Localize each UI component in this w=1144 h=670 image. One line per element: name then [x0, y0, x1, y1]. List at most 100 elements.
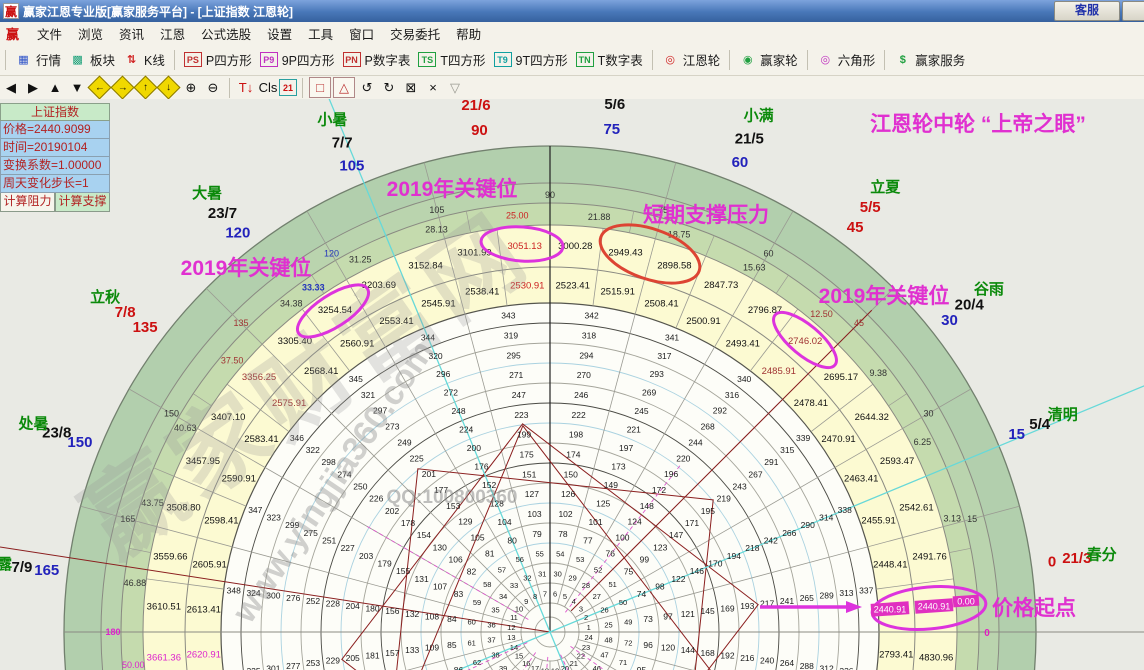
svg-text:4830.96: 4830.96: [919, 652, 953, 663]
zoom-out-icon[interactable]: ⊖: [203, 78, 223, 97]
svg-text:227: 227: [341, 543, 355, 553]
svg-text:74: 74: [637, 589, 647, 599]
menu-1[interactable]: 浏览: [70, 22, 111, 45]
nav-right-icon[interactable]: ▶: [23, 78, 43, 97]
tool-P四方形[interactable]: PS P四方形: [183, 50, 252, 69]
svg-text:2644.32: 2644.32: [855, 412, 889, 423]
tool-label: K线: [144, 54, 165, 68]
rotate-ccw-icon[interactable]: ↺: [357, 78, 377, 97]
nav-down-icon[interactable]: ▼: [67, 78, 87, 97]
nav-up-icon[interactable]: ▲: [45, 78, 65, 97]
triangle-tool-icon[interactable]: △: [333, 77, 355, 98]
svg-text:313: 313: [839, 588, 853, 598]
tool-label: P数字表: [364, 54, 411, 68]
svg-text:317: 317: [657, 351, 671, 361]
svg-text:155: 155: [396, 566, 410, 576]
tool-行情[interactable]: ▦ 行情: [15, 50, 61, 69]
svg-text:266: 266: [782, 528, 796, 538]
tool-T四方形[interactable]: TS T四方形: [418, 50, 486, 69]
menu-2[interactable]: 资讯: [111, 22, 152, 45]
menu-8[interactable]: 交易委托: [382, 22, 448, 45]
tool-赢家服务[interactable]: $ 赢家服务: [894, 50, 966, 69]
expand-icon[interactable]: ⊠: [401, 78, 421, 97]
price-axis-icon[interactable]: T↓: [236, 78, 256, 97]
annotation-4: 2019年关键位: [819, 284, 950, 308]
svg-text:292: 292: [713, 406, 727, 416]
svg-text:197: 197: [619, 443, 633, 453]
menu-0[interactable]: 文件: [29, 22, 70, 45]
svg-text:154: 154: [417, 530, 431, 540]
tool-K线[interactable]: ⇅ K线: [123, 50, 165, 69]
box-icon: TN: [575, 52, 594, 67]
svg-text:7: 7: [543, 589, 547, 598]
zoom-in-icon[interactable]: ⊕: [181, 78, 201, 97]
svg-text:151: 151: [522, 469, 536, 479]
instrument-title: 上证指数: [0, 103, 110, 121]
tool-9P四方形[interactable]: P9 9P四方形: [259, 50, 335, 69]
tool-江恩轮[interactable]: ◎ 江恩轮: [662, 50, 720, 69]
menu-4[interactable]: 公式选股: [193, 22, 259, 45]
svg-text:79: 79: [532, 529, 542, 539]
qq-watermark: QQ:100800360: [387, 487, 518, 508]
svg-text:319: 319: [504, 331, 518, 341]
menu-7[interactable]: 窗口: [341, 22, 382, 45]
menu-6[interactable]: 工具: [300, 22, 341, 45]
tool-P数字表[interactable]: PN P数字表: [342, 50, 411, 69]
tool-赢家轮[interactable]: ◉ 赢家轮: [739, 50, 798, 69]
svg-text:289: 289: [820, 591, 834, 601]
pan-up-icon[interactable]: ↑: [133, 75, 158, 100]
menu-3[interactable]: 江恩: [152, 22, 193, 45]
svg-text:149: 149: [604, 480, 618, 490]
annotation-3: 2019年关键位: [181, 256, 312, 280]
rings-icon: ◉: [742, 54, 753, 66]
svg-text:200: 200: [467, 443, 481, 453]
calendar-icon[interactable]: 21: [279, 79, 297, 96]
title-extra-button[interactable]: [1122, 1, 1144, 21]
customer-service-button[interactable]: 客服: [1054, 1, 1120, 21]
svg-text:7/7: 7/7: [332, 134, 353, 151]
pan-down-icon[interactable]: ↓: [156, 75, 181, 100]
tool-label: 9P四方形: [281, 54, 335, 68]
svg-text:22: 22: [577, 652, 585, 661]
box-icon: P9: [259, 52, 278, 67]
cls-icon[interactable]: Cls: [258, 78, 278, 97]
square-tool-icon[interactable]: □: [309, 77, 331, 98]
solar-term-label: 白露: [0, 555, 13, 573]
svg-text:312: 312: [820, 663, 834, 670]
calc-resistance-button[interactable]: 计算阻力: [0, 193, 55, 212]
tool-9T四方形[interactable]: T9 9T四方形: [493, 50, 568, 69]
tool-板块[interactable]: ▩ 板块: [69, 50, 115, 69]
tool-label: T四方形: [440, 54, 486, 68]
svg-text:120: 120: [225, 224, 250, 241]
svg-text:53: 53: [576, 555, 584, 564]
svg-text:196: 196: [664, 469, 678, 479]
rotate-cw-icon[interactable]: ↻: [379, 78, 399, 97]
svg-text:100: 100: [615, 533, 629, 543]
tool-六角形[interactable]: ◎ 六角形: [817, 50, 875, 69]
svg-text:3.13: 3.13: [944, 514, 962, 524]
svg-text:179: 179: [378, 558, 392, 568]
svg-text:178: 178: [401, 518, 415, 528]
tool-label: 行情: [36, 54, 62, 68]
solar-term-label: 大暑: [192, 184, 222, 202]
calc-support-button[interactable]: 计算支撑: [55, 193, 110, 212]
svg-text:205: 205: [346, 653, 360, 663]
svg-text:33.33: 33.33: [302, 282, 325, 292]
svg-text:240: 240: [760, 656, 774, 666]
menu-9[interactable]: 帮助: [448, 22, 489, 45]
pan-left-icon[interactable]: ←: [87, 75, 112, 100]
svg-text:9.38: 9.38: [869, 368, 887, 378]
pan-right-icon[interactable]: →: [110, 75, 135, 100]
svg-text:296: 296: [436, 369, 450, 379]
nav-left-icon[interactable]: ◀: [1, 78, 21, 97]
svg-text:121: 121: [681, 609, 695, 619]
svg-text:36: 36: [487, 620, 495, 629]
svg-text:2793.41: 2793.41: [879, 650, 913, 661]
menu-5[interactable]: 设置: [259, 22, 300, 45]
shrink-icon[interactable]: ×: [423, 78, 443, 97]
clear-icon[interactable]: ▽: [445, 78, 465, 97]
svg-text:52: 52: [594, 565, 602, 574]
svg-text:15: 15: [967, 514, 977, 524]
tool-T数字表[interactable]: TN T数字表: [575, 50, 643, 69]
svg-text:223: 223: [514, 410, 528, 420]
